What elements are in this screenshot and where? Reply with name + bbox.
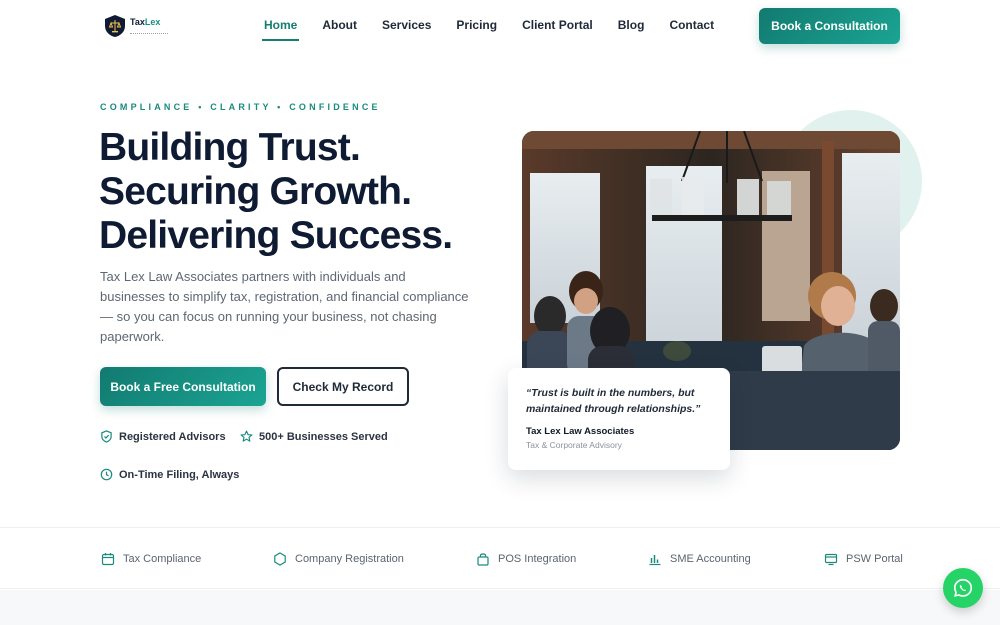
feature-businesses-served: 500+ Businesses Served xyxy=(240,430,388,443)
service-label: Tax Compliance xyxy=(123,553,202,565)
bar-chart-icon xyxy=(649,555,661,566)
whatsapp-icon xyxy=(953,578,973,597)
brand-name-part1: Tax xyxy=(130,17,145,27)
clock-icon xyxy=(100,468,113,481)
headline-line: Delivering Success. xyxy=(99,214,453,257)
shield-logo-icon xyxy=(105,15,125,37)
service-tax-compliance[interactable]: Tax Compliance xyxy=(101,552,201,566)
feature-on-time-filing: On-Time Filing, Always xyxy=(100,468,239,481)
whatsapp-chat-button[interactable] xyxy=(943,568,983,608)
next-section-band xyxy=(0,590,1000,625)
book-consultation-button[interactable]: Book a Consultation xyxy=(759,8,900,44)
testimonial-role: Tax & Corporate Advisory xyxy=(526,440,622,450)
service-sme-accounting[interactable]: SME Accounting xyxy=(648,552,751,566)
service-label: SME Accounting xyxy=(670,553,751,565)
feature-label: On-Time Filing, Always xyxy=(119,468,240,481)
star-icon xyxy=(240,430,253,442)
service-label: PSW Portal xyxy=(846,553,903,565)
nav-link-about[interactable]: About xyxy=(322,18,357,32)
feature-label: Registered Advisors xyxy=(119,430,226,443)
testimonial-card: “Trust is built in the numbers, but main… xyxy=(508,368,730,470)
services-strip: Tax Compliance Company Registration POS … xyxy=(0,527,1000,589)
hero-tagline: COMPLIANCE • CLARITY • CONFIDENCE xyxy=(100,102,381,112)
brand-name: TaxLex xyxy=(130,18,160,27)
service-pos-integration[interactable]: POS Integration xyxy=(476,552,576,566)
calendar-icon xyxy=(101,553,115,566)
hexagon-icon xyxy=(274,552,286,566)
headline-line: Securing Growth. xyxy=(99,170,412,213)
nav-link-services[interactable]: Services xyxy=(382,18,431,32)
main-menu: Home About Services Pricing Client Porta… xyxy=(261,18,714,41)
book-free-consultation-button[interactable]: Book a Free Consultation xyxy=(100,367,266,406)
brand-logo[interactable]: TaxLex xyxy=(104,14,168,38)
nav-link-pricing[interactable]: Pricing xyxy=(456,18,497,32)
feature-label: 500+ Businesses Served xyxy=(259,430,388,443)
headline-line: Building Trust. xyxy=(99,126,361,169)
nav-link-blog[interactable]: Blog xyxy=(618,18,645,32)
nav-link-contact[interactable]: Contact xyxy=(669,18,714,32)
brand-name-part2: Lex xyxy=(144,17,161,27)
feature-registered-advisors: Registered Advisors xyxy=(100,430,226,443)
service-company-registration[interactable]: Company Registration xyxy=(273,552,404,566)
service-psw-portal[interactable]: PSW Portal xyxy=(824,552,903,566)
check-my-record-button[interactable]: Check My Record xyxy=(277,367,409,406)
testimonial-author: Tax Lex Law Associates xyxy=(526,426,635,437)
monitor-icon xyxy=(824,553,838,566)
hero-description: Tax Lex Law Associates partners with ind… xyxy=(100,269,469,344)
brand-subline xyxy=(130,33,168,35)
nav-link-client-portal[interactable]: Client Portal xyxy=(522,18,593,32)
top-navigation: TaxLex Home About Services Pricing Clien… xyxy=(0,0,1000,54)
nav-link-home[interactable]: Home xyxy=(261,18,300,41)
shopping-bag-icon xyxy=(477,553,489,566)
testimonial-quote: “Trust is built in the numbers, but main… xyxy=(526,387,701,415)
service-label: Company Registration xyxy=(295,553,404,565)
service-label: POS Integration xyxy=(498,553,577,565)
shield-check-icon xyxy=(101,430,112,443)
hero-headline: Building Trust. Securing Growth. Deliver… xyxy=(99,126,453,258)
